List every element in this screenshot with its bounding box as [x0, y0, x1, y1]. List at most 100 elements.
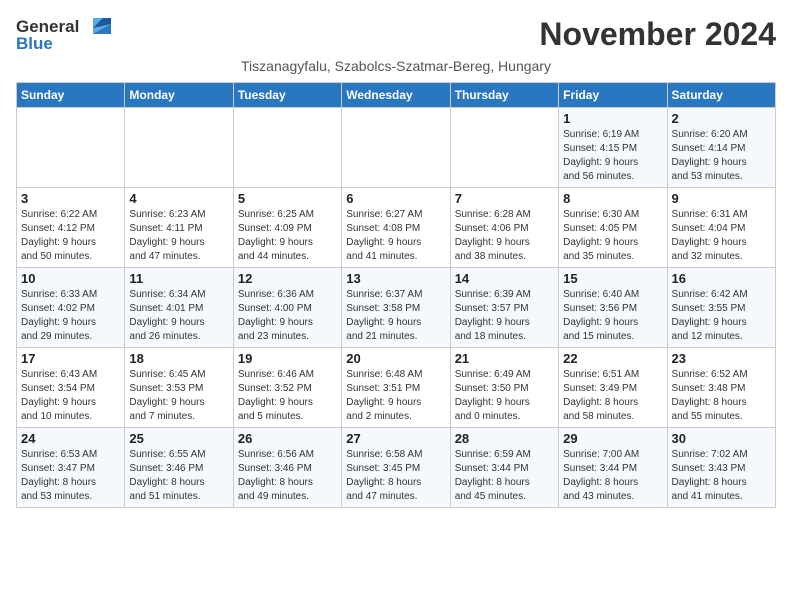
weekday-header-sunday: Sunday — [17, 83, 125, 108]
day-info: Sunrise: 7:02 AM Sunset: 3:43 PM Dayligh… — [672, 448, 771, 504]
day-info: Sunrise: 6:40 AM Sunset: 3:56 PM Dayligh… — [563, 288, 662, 344]
day-info: Sunrise: 6:39 AM Sunset: 3:57 PM Dayligh… — [455, 288, 554, 344]
calendar-cell: 3 Sunrise: 6:22 AM Sunset: 4:12 PM Daylig… — [17, 188, 125, 268]
logo: General Blue — [16, 16, 111, 54]
subtitle: Tiszanagyfalu, Szabolcs-Szatmar-Bereg, H… — [16, 58, 776, 74]
day-number: 2 — [672, 111, 771, 126]
calendar-cell: 15 Sunrise: 6:40 AM Sunset: 3:56 PM Dayli… — [559, 268, 667, 348]
calendar-cell: 27 Sunrise: 6:58 AM Sunset: 3:45 PM Dayli… — [342, 428, 450, 508]
calendar-table: SundayMondayTuesdayWednesdayThursdayFrid… — [16, 82, 776, 508]
calendar-cell: 19 Sunrise: 6:46 AM Sunset: 3:52 PM Dayli… — [233, 348, 341, 428]
calendar-cell: 2 Sunrise: 6:20 AM Sunset: 4:14 PM Daylig… — [667, 108, 775, 188]
day-number: 19 — [238, 351, 337, 366]
calendar-cell: 30 Sunrise: 7:02 AM Sunset: 3:43 PM Dayli… — [667, 428, 775, 508]
calendar-cell: 23 Sunrise: 6:52 AM Sunset: 3:48 PM Dayli… — [667, 348, 775, 428]
day-info: Sunrise: 6:56 AM Sunset: 3:46 PM Dayligh… — [238, 448, 337, 504]
calendar-cell: 1 Sunrise: 6:19 AM Sunset: 4:15 PM Daylig… — [559, 108, 667, 188]
day-info: Sunrise: 6:31 AM Sunset: 4:04 PM Dayligh… — [672, 208, 771, 264]
day-info: Sunrise: 6:34 AM Sunset: 4:01 PM Dayligh… — [129, 288, 228, 344]
logo-blue-text: Blue — [16, 34, 53, 54]
day-info: Sunrise: 6:53 AM Sunset: 3:47 PM Dayligh… — [21, 448, 120, 504]
calendar-cell: 12Sunrise: 6:36 AM Sunset: 4:00 PM Dayli… — [233, 268, 341, 348]
day-number: 26 — [238, 431, 337, 446]
page-header: General Blue November 2024 — [16, 16, 776, 54]
day-number: 21 — [455, 351, 554, 366]
day-number: 13 — [346, 271, 445, 286]
calendar-cell — [342, 108, 450, 188]
day-number: 9 — [672, 191, 771, 206]
day-info: Sunrise: 6:59 AM Sunset: 3:44 PM Dayligh… — [455, 448, 554, 504]
day-number: 10 — [21, 271, 120, 286]
calendar-cell — [125, 108, 233, 188]
calendar-cell: 29 Sunrise: 7:00 AM Sunset: 3:44 PM Dayli… — [559, 428, 667, 508]
calendar-cell: 14Sunrise: 6:39 AM Sunset: 3:57 PM Dayli… — [450, 268, 558, 348]
calendar-cell: 6 Sunrise: 6:27 AM Sunset: 4:08 PM Daylig… — [342, 188, 450, 268]
day-info: Sunrise: 6:19 AM Sunset: 4:15 PM Dayligh… — [563, 128, 662, 184]
calendar-cell: 17 Sunrise: 6:43 AM Sunset: 3:54 PM Dayli… — [17, 348, 125, 428]
day-info: Sunrise: 6:20 AM Sunset: 4:14 PM Dayligh… — [672, 128, 771, 184]
day-info: Sunrise: 6:58 AM Sunset: 3:45 PM Dayligh… — [346, 448, 445, 504]
day-info: Sunrise: 6:52 AM Sunset: 3:48 PM Dayligh… — [672, 368, 771, 424]
calendar-cell — [450, 108, 558, 188]
calendar-cell: 4Sunrise: 6:23 AM Sunset: 4:11 PM Daylig… — [125, 188, 233, 268]
day-number: 6 — [346, 191, 445, 206]
day-number: 27 — [346, 431, 445, 446]
day-info: Sunrise: 6:49 AM Sunset: 3:50 PM Dayligh… — [455, 368, 554, 424]
day-number: 5 — [238, 191, 337, 206]
day-number: 8 — [563, 191, 662, 206]
day-info: Sunrise: 6:55 AM Sunset: 3:46 PM Dayligh… — [129, 448, 228, 504]
day-number: 1 — [563, 111, 662, 126]
day-info: Sunrise: 6:48 AM Sunset: 3:51 PM Dayligh… — [346, 368, 445, 424]
day-info: Sunrise: 6:51 AM Sunset: 3:49 PM Dayligh… — [563, 368, 662, 424]
day-number: 7 — [455, 191, 554, 206]
day-info: Sunrise: 6:46 AM Sunset: 3:52 PM Dayligh… — [238, 368, 337, 424]
day-info: Sunrise: 6:25 AM Sunset: 4:09 PM Dayligh… — [238, 208, 337, 264]
day-number: 22 — [563, 351, 662, 366]
calendar-cell: 8Sunrise: 6:30 AM Sunset: 4:05 PM Daylig… — [559, 188, 667, 268]
day-number: 11 — [129, 271, 228, 286]
day-number: 24 — [21, 431, 120, 446]
calendar-cell: 24 Sunrise: 6:53 AM Sunset: 3:47 PM Dayli… — [17, 428, 125, 508]
calendar-cell: 16 Sunrise: 6:42 AM Sunset: 3:55 PM Dayli… — [667, 268, 775, 348]
day-number: 4 — [129, 191, 228, 206]
logo-icon — [83, 16, 111, 38]
day-number: 16 — [672, 271, 771, 286]
day-number: 20 — [346, 351, 445, 366]
weekday-header-monday: Monday — [125, 83, 233, 108]
calendar-cell: 5 Sunrise: 6:25 AM Sunset: 4:09 PM Daylig… — [233, 188, 341, 268]
day-info: Sunrise: 6:43 AM Sunset: 3:54 PM Dayligh… — [21, 368, 120, 424]
day-info: Sunrise: 6:42 AM Sunset: 3:55 PM Dayligh… — [672, 288, 771, 344]
day-number: 29 — [563, 431, 662, 446]
weekday-header-saturday: Saturday — [667, 83, 775, 108]
day-info: Sunrise: 6:27 AM Sunset: 4:08 PM Dayligh… — [346, 208, 445, 264]
day-number: 28 — [455, 431, 554, 446]
day-number: 30 — [672, 431, 771, 446]
weekday-header-wednesday: Wednesday — [342, 83, 450, 108]
day-number: 15 — [563, 271, 662, 286]
day-info: Sunrise: 6:36 AM Sunset: 4:00 PM Dayligh… — [238, 288, 337, 344]
calendar-cell: 9 Sunrise: 6:31 AM Sunset: 4:04 PM Daylig… — [667, 188, 775, 268]
day-info: Sunrise: 6:37 AM Sunset: 3:58 PM Dayligh… — [346, 288, 445, 344]
day-number: 18 — [129, 351, 228, 366]
calendar-cell: 21 Sunrise: 6:49 AM Sunset: 3:50 PM Dayli… — [450, 348, 558, 428]
calendar-cell: 10Sunrise: 6:33 AM Sunset: 4:02 PM Dayli… — [17, 268, 125, 348]
day-info: Sunrise: 7:00 AM Sunset: 3:44 PM Dayligh… — [563, 448, 662, 504]
day-info: Sunrise: 6:22 AM Sunset: 4:12 PM Dayligh… — [21, 208, 120, 264]
day-number: 3 — [21, 191, 120, 206]
calendar-cell — [233, 108, 341, 188]
weekday-header-tuesday: Tuesday — [233, 83, 341, 108]
calendar-cell: 28 Sunrise: 6:59 AM Sunset: 3:44 PM Dayli… — [450, 428, 558, 508]
weekday-header-thursday: Thursday — [450, 83, 558, 108]
calendar-cell: 26 Sunrise: 6:56 AM Sunset: 3:46 PM Dayli… — [233, 428, 341, 508]
calendar-cell: 7 Sunrise: 6:28 AM Sunset: 4:06 PM Daylig… — [450, 188, 558, 268]
day-info: Sunrise: 6:28 AM Sunset: 4:06 PM Dayligh… — [455, 208, 554, 264]
calendar-cell — [17, 108, 125, 188]
calendar-cell: 20 Sunrise: 6:48 AM Sunset: 3:51 PM Dayli… — [342, 348, 450, 428]
month-title: November 2024 — [539, 16, 776, 53]
calendar-cell: 22 Sunrise: 6:51 AM Sunset: 3:49 PM Dayli… — [559, 348, 667, 428]
calendar-cell: 13 Sunrise: 6:37 AM Sunset: 3:58 PM Dayli… — [342, 268, 450, 348]
calendar-cell: 18Sunrise: 6:45 AM Sunset: 3:53 PM Dayli… — [125, 348, 233, 428]
day-number: 23 — [672, 351, 771, 366]
day-number: 17 — [21, 351, 120, 366]
weekday-header-friday: Friday — [559, 83, 667, 108]
